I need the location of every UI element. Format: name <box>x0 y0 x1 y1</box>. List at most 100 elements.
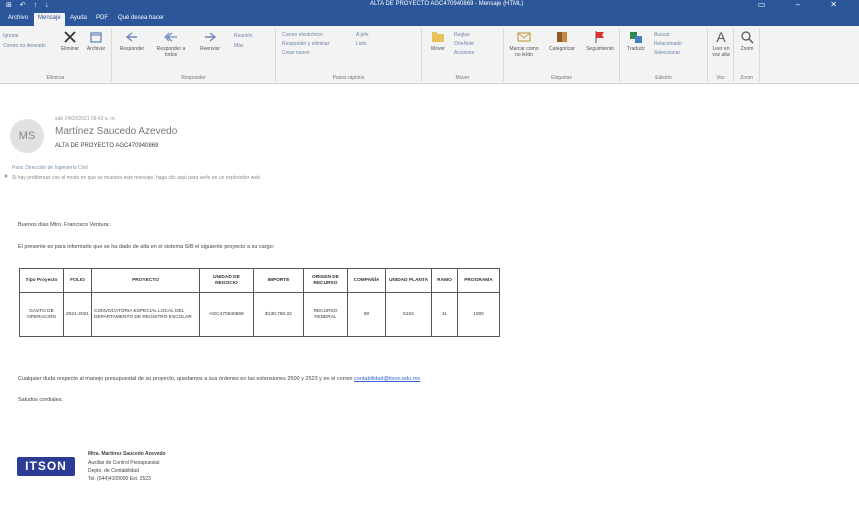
title-bar: ⊞ ↶ ↑ ↓ ALTA DE PROYECTO AGC470940869 - … <box>0 0 859 11</box>
group-move-label: Mover <box>455 75 470 81</box>
closing-text: Cualquier duda respecto al manejo presup… <box>18 376 353 382</box>
move-label: Mover <box>431 46 445 52</box>
rules-button[interactable]: Reglas <box>454 32 470 38</box>
expand-arrow-icon[interactable] <box>5 174 8 178</box>
group-zoom-label: Zoom <box>740 75 753 81</box>
quick-step-to-manager[interactable]: A jefe <box>356 32 369 38</box>
group-tags-label: Etiquetas <box>551 75 572 81</box>
cell-unidad-planta: 5102 <box>385 292 432 337</box>
signature-role: Auxiliar de Control Presupuestal <box>88 460 160 466</box>
signature-name: Mtra. Martínez Saucedo Azevedo <box>88 451 166 457</box>
quick-step-email[interactable]: Correo electrónico <box>282 32 323 38</box>
translate-label: Traducir <box>626 46 646 52</box>
related-button[interactable]: Relacionado <box>654 41 682 47</box>
cell-origen: RECURSO FEDERAL <box>303 292 348 337</box>
email-link[interactable]: contabilidad@itson.edu.mx <box>354 376 420 382</box>
tell-me-search[interactable]: Qué desea hacer <box>114 13 168 26</box>
zoom-label: Zoom <box>740 46 754 52</box>
tab-mensaje[interactable]: Mensaje <box>34 13 65 26</box>
flag-icon <box>595 31 604 43</box>
reply-all-button[interactable]: Responder a todos <box>152 30 190 58</box>
group-zoom: Zoom Zoom <box>734 28 760 82</box>
group-edit: Traducir Buscar Relacionado Seleccionar … <box>620 28 708 82</box>
itson-logo: ITSON <box>17 457 75 476</box>
col-header-folio: FOLIO <box>63 268 92 293</box>
tab-archivo[interactable]: Archivo <box>4 13 32 26</box>
window-controls[interactable]: ▭ – ✕ <box>758 0 851 9</box>
cell-programa: 1000 <box>457 292 500 337</box>
greeting: Buenos días Mtro. Francisco Ventura: <box>18 222 111 228</box>
ignore-button[interactable]: Ignorar <box>3 33 19 39</box>
archive-icon <box>90 32 102 43</box>
cell-compania: 90 <box>347 292 386 337</box>
junk-button[interactable]: Correo no deseado <box>3 43 46 49</box>
group-voice: A Leer en voz alta Voz <box>708 28 734 82</box>
group-edit-label: Edición <box>655 75 672 81</box>
cell-ramo: 11 <box>431 292 458 337</box>
closing-paragraph: Cualquier duda respecto al manejo presup… <box>18 376 420 382</box>
tab-pdf[interactable]: PDF <box>92 13 112 26</box>
forward-icon <box>205 32 217 42</box>
group-delete-label: Eliminar <box>46 75 65 81</box>
meeting-button[interactable]: Reunión <box>234 33 253 39</box>
onenote-button[interactable]: OneNote <box>454 41 474 47</box>
delete-button[interactable]: Eliminar <box>58 30 82 52</box>
read-aloud-icon: A <box>716 29 726 45</box>
categorize-label: Categorizar <box>549 46 575 52</box>
more-button[interactable]: Más <box>234 43 243 49</box>
col-header-unidad-planta: UNIDAD PLANTA <box>385 268 432 293</box>
delete-label: Eliminar <box>60 46 80 52</box>
move-button[interactable]: Mover <box>426 30 450 52</box>
avatar[interactable]: MS <box>10 119 44 153</box>
move-folder-icon <box>432 32 444 42</box>
reply-button[interactable]: Responder <box>116 30 148 52</box>
group-respond: Responder Responder a todos Reenviar Reu… <box>112 28 276 82</box>
archive-button[interactable]: Archivar <box>84 30 108 52</box>
group-quick-steps: Correo electrónico Responder y eliminar … <box>276 28 422 82</box>
col-header-compania: COMPAÑÍA <box>347 268 386 293</box>
col-header-unidad: UNIDAD DE NEGOCIO <box>199 268 254 293</box>
followup-button[interactable]: Seguimiento <box>582 30 618 52</box>
signature-phone: Tel. (644)4109000 Ext. 2523 <box>88 476 151 482</box>
info-bar[interactable]: Si hay problemas con el modo en que se m… <box>12 175 261 181</box>
project-table: Tipo Proyecto FOLIO PROYECTO UNIDAD DE N… <box>19 268 500 337</box>
sender-name[interactable]: Martínez Saucedo Azevedo <box>55 126 177 137</box>
select-button[interactable]: Seleccionar <box>654 50 680 56</box>
translate-button[interactable]: Traducir <box>622 30 650 52</box>
reply-label: Responder <box>119 46 145 52</box>
quick-step-done[interactable]: Listo <box>356 41 367 47</box>
tab-ayuda[interactable]: Ayuda <box>66 13 91 26</box>
table-header-row: Tipo Proyecto FOLIO PROYECTO UNIDAD DE N… <box>19 268 500 293</box>
cell-proyecto: CONVOCATORIA ESPECIAL LOCAL DEL DEPARTAM… <box>91 292 200 337</box>
quick-step-reply-delete[interactable]: Responder y eliminar <box>282 41 329 47</box>
mark-unread-button[interactable]: Marcar como no leído <box>506 30 542 58</box>
signature-dept: Depto. de Contabilidad <box>88 468 139 474</box>
col-header-ramo: RAMO <box>431 268 458 293</box>
col-header-proyecto: PROYECTO <box>91 268 200 293</box>
magnifier-icon <box>741 31 754 44</box>
intro-paragraph: El presente es para informarle que se ha… <box>18 244 275 250</box>
quick-access-toolbar[interactable]: ⊞ ↶ ↑ ↓ <box>6 1 52 9</box>
followup-label: Seguimiento <box>586 46 614 52</box>
find-button[interactable]: Buscar <box>654 32 670 38</box>
categorize-icon <box>557 32 567 42</box>
forward-button[interactable]: Reenviar <box>194 30 226 52</box>
categorize-button[interactable]: Categorizar <box>544 30 580 52</box>
group-tags: Marcar como no leído Categorizar Seguimi… <box>504 28 620 82</box>
archive-label: Archivar <box>86 46 106 52</box>
quick-step-create[interactable]: Crear nuevo <box>282 50 310 56</box>
envelope-icon <box>517 32 531 42</box>
window-title: ALTA DE PROYECTO AGC470940869 - Mensaje … <box>370 1 524 7</box>
col-header-importe: IMPORTE <box>253 268 304 293</box>
zoom-button[interactable]: Zoom <box>735 30 759 52</box>
ribbon-tabs: Archivo Mensaje Ayuda PDF Qué desea hace… <box>0 11 859 26</box>
actions-button[interactable]: Acciones <box>454 50 474 56</box>
group-move: Mover Reglas OneNote Acciones Mover <box>422 28 504 82</box>
col-header-origen: ORIGEN DE RECURSO <box>303 268 348 293</box>
read-aloud-button[interactable]: A Leer en voz alta <box>709 30 733 58</box>
recipient-line[interactable]: Para: Dirección de Ingeniería Civil <box>12 165 88 171</box>
group-delete: Ignorar Correo no deseado Eliminar Archi… <box>0 28 112 82</box>
group-voice-label: Voz <box>716 75 725 81</box>
translate-icon <box>630 32 642 43</box>
ribbon: Ignorar Correo no deseado Eliminar Archi… <box>0 26 859 84</box>
